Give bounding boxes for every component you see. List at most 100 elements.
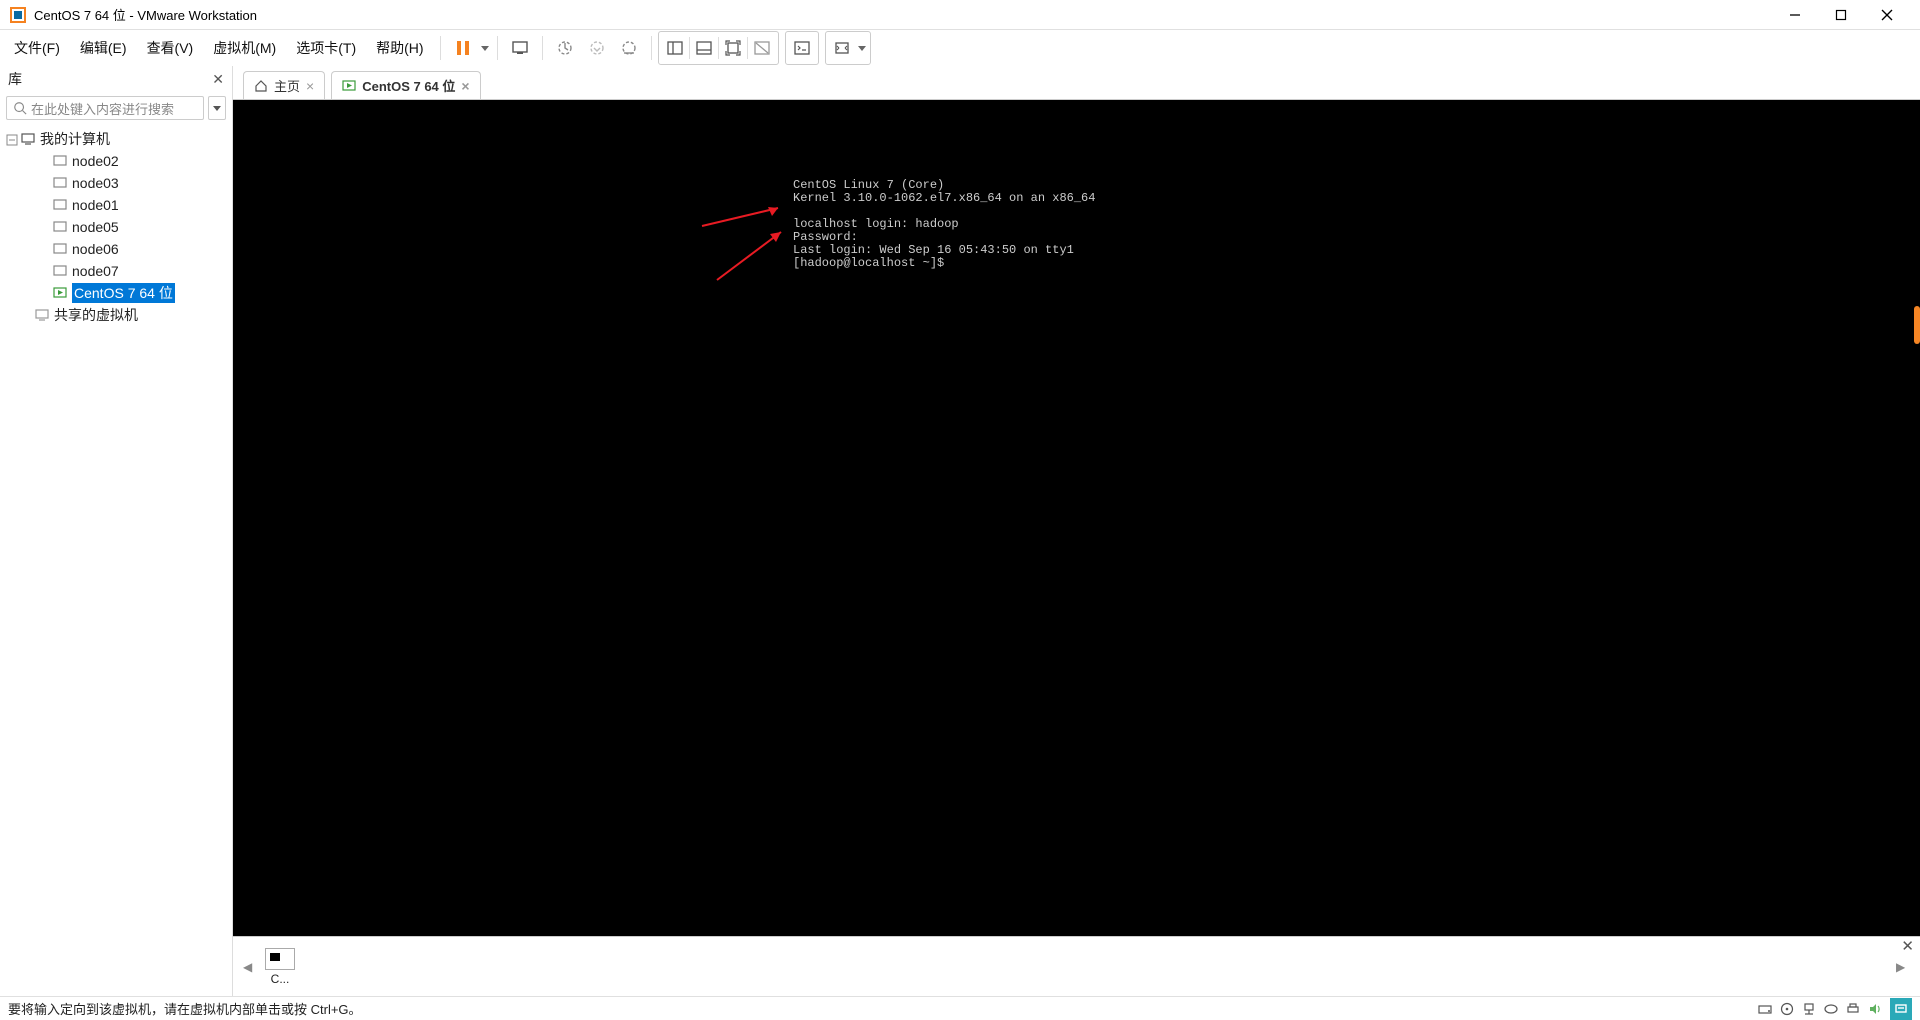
home-icon	[254, 79, 268, 93]
send-ctrl-alt-del-button[interactable]	[504, 32, 536, 64]
pause-dropdown[interactable]	[479, 44, 491, 52]
collapse-icon[interactable]	[6, 133, 18, 145]
status-messages-icon[interactable]	[1890, 998, 1912, 1020]
tab-label: CentOS 7 64 位	[362, 76, 455, 95]
separator	[440, 36, 441, 60]
search-row: 在此处键入内容进行搜索	[0, 92, 232, 124]
content-area: 主页 × CentOS 7 64 位 × CentOS Linux 7 (Cor…	[233, 66, 1920, 996]
vertical-scroll-handle[interactable]	[1914, 306, 1920, 344]
tree-label: node07	[72, 263, 119, 279]
library-tree[interactable]: 我的计算机 node02 node03 node01 node05 node06…	[0, 124, 232, 996]
status-disk-icon[interactable]	[1754, 998, 1776, 1020]
tree-label: node03	[72, 175, 119, 191]
status-text: 要将输入定向到该虚拟机，请在虚拟机内部单击或按 Ctrl+G。	[8, 999, 362, 1018]
library-sidebar: 库 ✕ 在此处键入内容进行搜索 我的计算机 node02 node03 node…	[0, 66, 233, 996]
close-library-button[interactable]: ✕	[212, 71, 224, 88]
view-toggle-group	[658, 31, 779, 65]
vm-icon	[52, 175, 68, 191]
tabs-row: 主页 × CentOS 7 64 位 ×	[233, 66, 1920, 100]
library-header: 库 ✕	[0, 66, 232, 92]
tree-node[interactable]: node05	[0, 216, 232, 238]
stretch-group	[825, 31, 871, 65]
unity-button[interactable]	[748, 34, 776, 62]
status-cd-icon[interactable]	[1776, 998, 1798, 1020]
vm-icon	[52, 197, 68, 213]
search-icon	[13, 101, 27, 115]
titlebar: CentOS 7 64 位 - VMware Workstation	[0, 0, 1920, 30]
vm-running-icon	[342, 79, 356, 93]
snapshot-manager-button[interactable]	[613, 32, 645, 64]
close-thumbnail-button[interactable]: ✕	[1901, 937, 1914, 955]
separator	[651, 36, 652, 60]
status-network-icon[interactable]	[1798, 998, 1820, 1020]
vm-icon	[52, 263, 68, 279]
tree-shared-vms[interactable]: 共享的虚拟机	[0, 304, 232, 326]
vm-console[interactable]: CentOS Linux 7 (Core) Kernel 3.10.0-1062…	[233, 100, 1920, 936]
thumbnail-label: C...	[271, 972, 290, 986]
stretch-button[interactable]	[828, 34, 856, 62]
thumbnail-preview	[265, 948, 295, 970]
tree-node[interactable]: node07	[0, 260, 232, 282]
library-toggle-button[interactable]	[661, 34, 689, 62]
tab-label: 主页	[274, 76, 300, 95]
search-placeholder: 在此处键入内容进行搜索	[31, 99, 174, 118]
search-input[interactable]: 在此处键入内容进行搜索	[6, 96, 204, 120]
tree-node[interactable]: node03	[0, 172, 232, 194]
console-output: CentOS Linux 7 (Core) Kernel 3.10.0-1062…	[793, 179, 1095, 270]
stretch-dropdown[interactable]	[856, 44, 868, 52]
vm-running-icon	[52, 285, 68, 301]
scroll-left-button[interactable]: ◀	[243, 960, 257, 974]
snapshot-revert-button[interactable]	[581, 32, 613, 64]
tree-label: 共享的虚拟机	[54, 305, 138, 325]
pause-button[interactable]	[447, 32, 479, 64]
shared-icon	[34, 307, 50, 323]
statusbar: 要将输入定向到该虚拟机，请在虚拟机内部单击或按 Ctrl+G。	[0, 996, 1920, 1020]
menu-help[interactable]: 帮助(H)	[366, 32, 433, 64]
vm-icon	[52, 219, 68, 235]
tree-label: node06	[72, 241, 119, 257]
status-usb-icon[interactable]	[1820, 998, 1842, 1020]
menu-tabs[interactable]: 选项卡(T)	[286, 32, 366, 64]
separator	[497, 36, 498, 60]
menu-view[interactable]: 查看(V)	[137, 32, 204, 64]
main-area: 库 ✕ 在此处键入内容进行搜索 我的计算机 node02 node03 node…	[0, 66, 1920, 996]
tree-label: node01	[72, 197, 119, 213]
close-tab-button[interactable]: ×	[306, 78, 314, 94]
menubar: 文件(F) 编辑(E) 查看(V) 虚拟机(M) 选项卡(T) 帮助(H)	[0, 30, 1920, 66]
tab-home[interactable]: 主页 ×	[243, 71, 325, 99]
thumbnail-toggle-button[interactable]	[690, 34, 718, 62]
close-tab-button[interactable]: ×	[461, 78, 469, 94]
console-group	[785, 31, 819, 65]
status-printer-icon[interactable]	[1842, 998, 1864, 1020]
tree-root-mycomputer[interactable]: 我的计算机	[0, 128, 232, 150]
tree-node-selected[interactable]: CentOS 7 64 位	[0, 282, 232, 304]
computer-icon	[20, 131, 36, 147]
tree-node[interactable]: node06	[0, 238, 232, 260]
tree-node[interactable]: node01	[0, 194, 232, 216]
maximize-button[interactable]	[1818, 0, 1864, 30]
separator	[542, 36, 543, 60]
tree-label: node02	[72, 153, 119, 169]
vm-icon	[52, 241, 68, 257]
annotation-arrow	[713, 226, 793, 285]
snapshot-take-button[interactable]	[549, 32, 581, 64]
app-icon	[10, 7, 26, 23]
tree-label-selected: CentOS 7 64 位	[72, 283, 175, 303]
status-sound-icon[interactable]	[1864, 998, 1886, 1020]
thumbnail-strip: ◀ C... ▶ ✕	[233, 936, 1920, 996]
tab-active-vm[interactable]: CentOS 7 64 位 ×	[331, 71, 480, 99]
fullscreen-button[interactable]	[719, 34, 747, 62]
vm-icon	[52, 153, 68, 169]
menu-vm[interactable]: 虚拟机(M)	[203, 32, 286, 64]
tree-node[interactable]: node02	[0, 150, 232, 172]
menu-edit[interactable]: 编辑(E)	[70, 32, 137, 64]
console-view-button[interactable]	[788, 34, 816, 62]
tree-label: 我的计算机	[40, 129, 110, 149]
minimize-button[interactable]	[1772, 0, 1818, 30]
window-title: CentOS 7 64 位 - VMware Workstation	[34, 5, 257, 24]
thumbnail[interactable]: C...	[257, 948, 303, 986]
scroll-right-button[interactable]: ▶	[1896, 960, 1910, 974]
menu-file[interactable]: 文件(F)	[4, 32, 70, 64]
close-button[interactable]	[1864, 0, 1910, 30]
search-dropdown[interactable]	[208, 96, 226, 120]
